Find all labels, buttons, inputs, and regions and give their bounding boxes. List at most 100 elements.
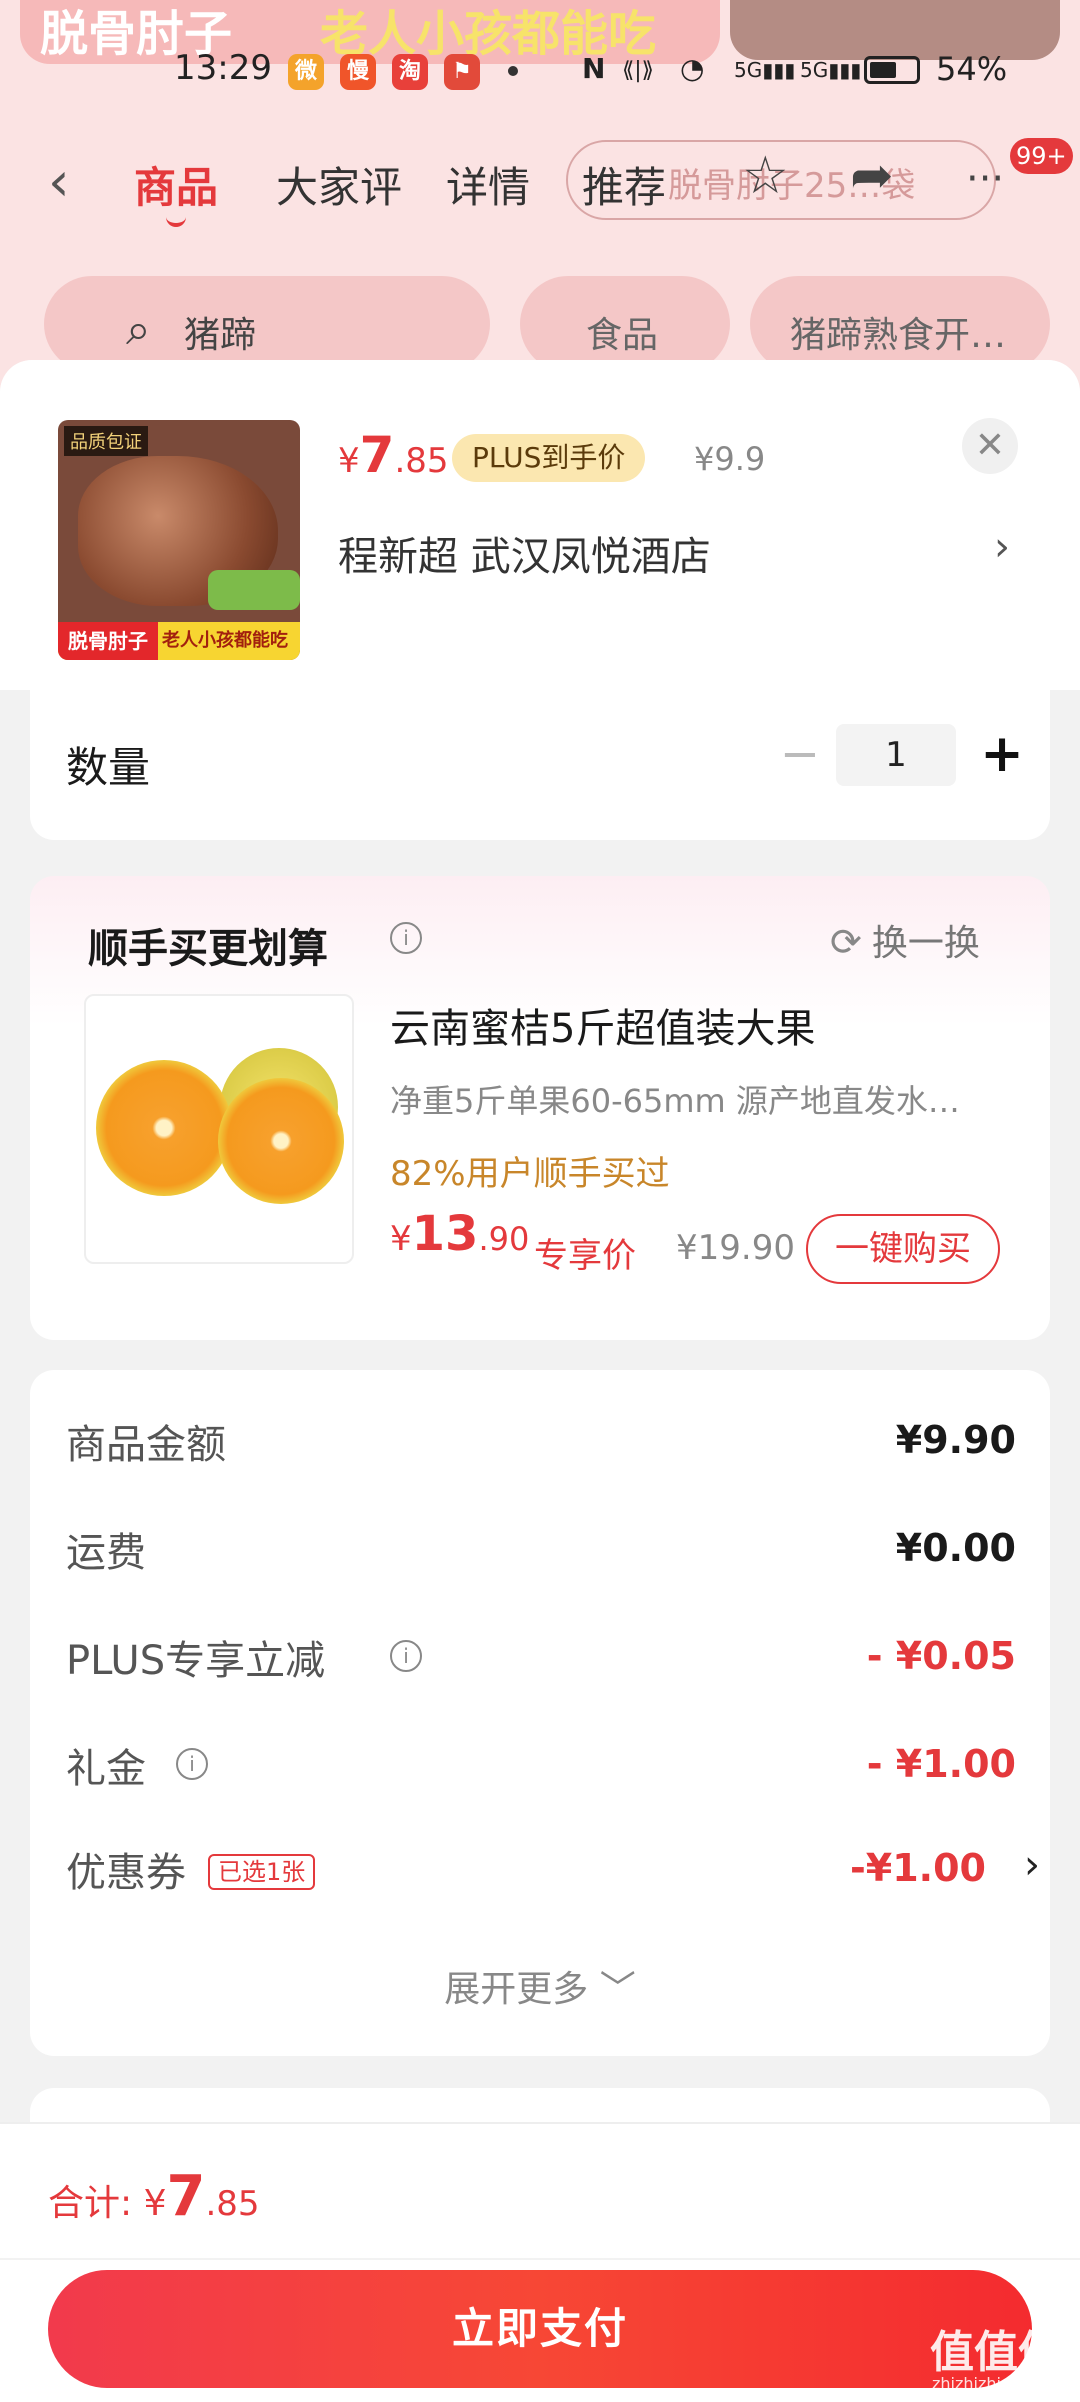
one-click-buy-button[interactable]: 一键购买 xyxy=(806,1214,1000,1284)
refresh-label: 换一换 xyxy=(871,923,980,964)
notification-dot-icon xyxy=(508,66,518,76)
filter-search-pill[interactable]: ⌕ 猪蹄 xyxy=(44,276,490,372)
watermark-url: zhizhizhi.com xyxy=(932,2374,1041,2393)
thumb-quality-tag: 品质包证 xyxy=(64,426,148,456)
thumb-garnish xyxy=(208,570,300,610)
more-icon[interactable]: ··· xyxy=(966,156,1004,202)
summary-value: ¥0.00 xyxy=(895,1526,1016,1570)
quantity-minus-button[interactable]: − xyxy=(776,726,824,782)
filter-category-pill[interactable]: 食品 xyxy=(520,276,730,372)
upsell-product-desc: 净重5斤单果60-65mm 源产地直发水… xyxy=(390,1082,960,1120)
upsell-original-price: ¥19.90 xyxy=(676,1228,795,1268)
total-currency: ¥ xyxy=(143,2183,167,2224)
chevron-right-icon[interactable]: › xyxy=(1024,1842,1040,1888)
status-bar: 13:29 微 慢 淘 ⚑ N ⟪|⟫ ◔ 5G▮▮▮ 5G▮▮▮ 54% xyxy=(0,48,1080,98)
plus-price: ¥7.85 xyxy=(338,426,449,484)
wifi-icon: ◔ xyxy=(680,52,705,85)
upsell-title: 顺手买更划算 xyxy=(88,926,328,972)
watermark-logo: 值值值 zhizhizhi.com xyxy=(920,2316,1080,2400)
summary-row-shipping: 运费 ¥0.00 xyxy=(66,1520,1016,1580)
tab-goods[interactable]: 商品 xyxy=(134,154,218,227)
summary-value: - ¥1.00 xyxy=(866,1742,1016,1786)
upsell-product-name[interactable]: 云南蜜桔5斤超值装大果 xyxy=(390,996,815,1054)
taobao-icon: 淘 xyxy=(392,54,428,90)
pay-now-button[interactable]: 立即支付 xyxy=(48,2270,1032,2388)
upsell-exclusive-label: 专享价 xyxy=(534,1236,636,1276)
back-chevron-icon[interactable]: ‹ xyxy=(48,150,70,213)
refresh-button[interactable]: ⟳ 换一换 xyxy=(830,914,980,966)
product-thumbnail: 品质包证 脱骨肘子 老人小孩都能吃 xyxy=(58,420,300,660)
tab-details[interactable]: 详情 xyxy=(446,154,530,215)
refresh-icon: ⟳ xyxy=(830,920,862,964)
total-amount: 合计: ¥7.85 xyxy=(48,2164,260,2229)
filter-subcategory: 猪蹄熟食开… xyxy=(790,315,1007,356)
signal-1-icon: 5G▮▮▮ xyxy=(734,58,796,82)
message-badge: 99+ xyxy=(1010,138,1073,174)
product-nav-bar: ‹ 商品 大家评 详情 脱骨肘子25…袋 推荐 ☆ ➦ ··· 99+ xyxy=(0,138,1080,230)
price-currency: ¥ xyxy=(338,441,360,481)
watermark-logo-text: 值值值 xyxy=(930,2327,1062,2378)
filter-category: 食品 xyxy=(586,315,659,356)
summary-label: PLUS专享立减 xyxy=(66,1638,326,1684)
quantity-plus-button[interactable]: + xyxy=(972,722,1032,786)
battery-icon xyxy=(864,56,920,84)
upsell-popularity: 82%用户顺手买过 xyxy=(390,1154,670,1194)
jd-icon: ⚑ xyxy=(444,54,480,90)
upsell-price-currency: ¥ xyxy=(390,1219,412,1259)
upsell-card: 顺手买更划算 i ⟳ 换一换 云南蜜桔5斤超值装大果 净重5斤单果60-65mm … xyxy=(30,876,1050,1340)
summary-row-plus-discount: PLUS专享立减 i - ¥0.05 xyxy=(66,1628,1016,1688)
total-label: 合计: xyxy=(48,2183,144,2224)
background-page: 脱骨肘子 老人小孩都能吃 13:29 微 慢 淘 ⚑ N ⟪|⟫ ◔ 5G▮▮▮… xyxy=(0,0,1080,420)
expand-more-button[interactable]: 展开更多 ﹀ xyxy=(30,1960,1050,2012)
thumb-strip: 脱骨肘子 老人小孩都能吃 xyxy=(58,622,300,660)
favorite-star-icon[interactable]: ☆ xyxy=(742,146,789,206)
summary-row-gift: 礼金 i - ¥1.00 xyxy=(66,1736,1016,1796)
vibrate-icon: ⟪|⟫ xyxy=(622,58,654,83)
summary-value: - ¥0.05 xyxy=(866,1634,1016,1678)
quantity-label: 数量 xyxy=(66,743,151,792)
divider xyxy=(0,2258,1080,2260)
status-time: 13:29 xyxy=(174,48,272,88)
info-icon[interactable]: i xyxy=(390,1640,422,1672)
upsell-price-decimal: .90 xyxy=(478,1220,530,1258)
upsell-price-integer: 13 xyxy=(411,1206,479,1262)
quantity-card: 数量 − 1 + xyxy=(30,690,1050,840)
checkout-footer: 合计: ¥7.85 立即支付 xyxy=(0,2122,1080,2402)
price-summary-card: 商品金额 ¥9.90 运费 ¥0.00 PLUS专享立减 i - ¥0.05 礼… xyxy=(30,1370,1050,2056)
weibo-icon: 微 xyxy=(288,54,324,90)
info-icon[interactable]: i xyxy=(176,1748,208,1780)
tab-reviews[interactable]: 大家评 xyxy=(276,154,402,215)
search-icon: ⌕ xyxy=(126,304,151,355)
quantity-input[interactable]: 1 xyxy=(836,724,956,786)
info-icon[interactable]: i xyxy=(390,922,422,954)
summary-label: 优惠券 xyxy=(66,1850,186,1896)
filter-subcategory-pill[interactable]: 猪蹄熟食开… xyxy=(750,276,1050,372)
signal-2-icon: 5G▮▮▮ xyxy=(800,58,862,82)
orange-half-left xyxy=(96,1060,232,1196)
shop-name[interactable]: 程新超 武汉凤悦酒店 xyxy=(338,524,711,582)
price-decimal: .85 xyxy=(394,441,449,481)
total-decimal: .85 xyxy=(205,2184,260,2224)
thumb-strip-yellow: 老人小孩都能吃 xyxy=(162,630,288,651)
summary-row-goods: 商品金额 ¥9.90 xyxy=(66,1412,1016,1472)
slow-app-icon: 慢 xyxy=(340,54,376,90)
summary-value: ¥9.90 xyxy=(895,1418,1016,1462)
summary-label: 礼金 xyxy=(66,1746,146,1792)
summary-row-coupon[interactable]: 优惠券 已选1张 -¥1.00 › xyxy=(66,1840,1040,1900)
nfc-icon: N xyxy=(582,52,606,85)
total-integer: 7 xyxy=(166,2164,206,2229)
coupon-selected-tag: 已选1张 xyxy=(208,1854,316,1890)
upsell-product-image[interactable] xyxy=(84,994,354,1264)
summary-label: 商品金额 xyxy=(66,1422,226,1468)
purchase-sheet: 品质包证 脱骨肘子 老人小孩都能吃 ¥7.85 PLUS到手价 ¥9.9 ✕ 程… xyxy=(0,360,1080,2400)
upsell-price: ¥13.90 xyxy=(390,1206,529,1262)
chevron-right-icon[interactable]: › xyxy=(994,524,1010,570)
thumb-strip-red: 脱骨肘子 xyxy=(58,622,158,660)
close-button[interactable]: ✕ xyxy=(962,418,1018,474)
filter-search-term: 猪蹄 xyxy=(184,315,257,356)
tab-recommend[interactable]: 推荐 xyxy=(582,154,666,215)
sheet-header: 品质包证 脱骨肘子 老人小孩都能吃 ¥7.85 PLUS到手价 ¥9.9 ✕ 程… xyxy=(0,360,1080,690)
original-price: ¥9.9 xyxy=(694,440,766,478)
orange-half-right xyxy=(218,1078,344,1204)
share-icon[interactable]: ➦ xyxy=(850,146,894,206)
